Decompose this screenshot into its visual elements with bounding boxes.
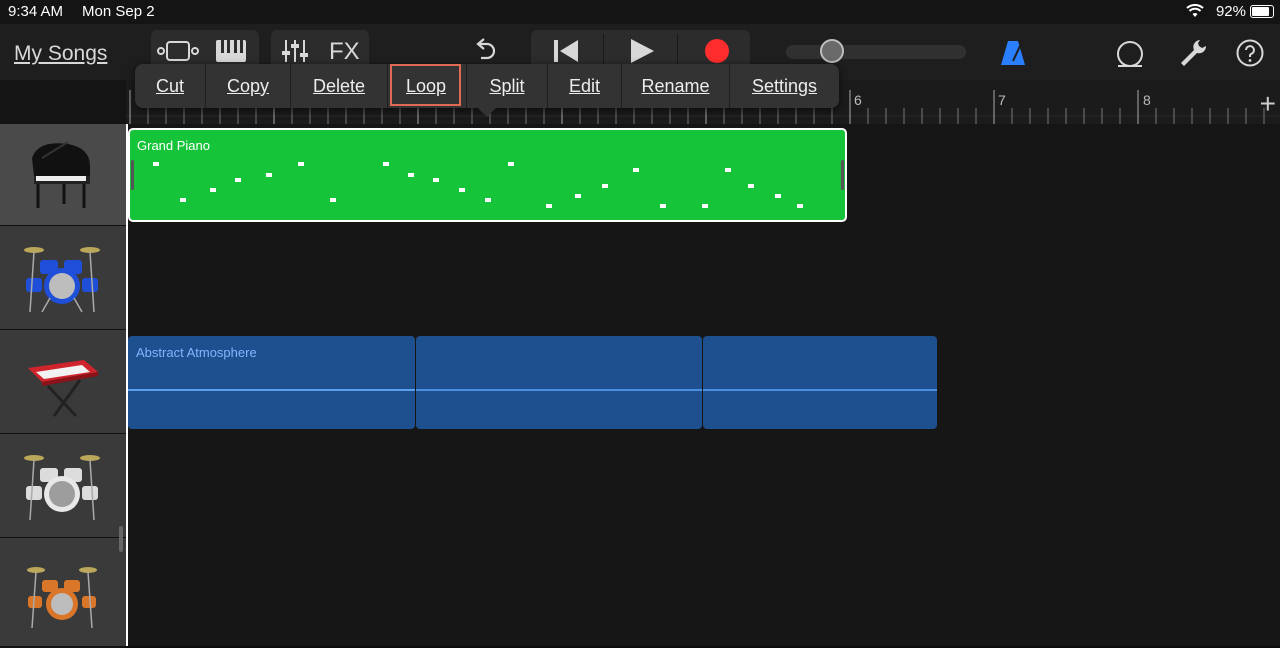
bar-label-7: 7 (998, 92, 1006, 108)
region-grand-piano[interactable]: Grand Piano (128, 128, 847, 222)
waveform (703, 389, 937, 391)
menu-loop-highlight (390, 64, 461, 106)
menu-rename[interactable]: Rename (622, 64, 729, 108)
volume-slider-knob[interactable] (820, 39, 844, 63)
wrench-icon[interactable] (1178, 38, 1208, 73)
menu-settings[interactable]: Settings (730, 64, 839, 108)
region-context-menu: Cut Copy Delete Loop Split Edit Rename S… (135, 64, 839, 108)
midi-note (575, 194, 581, 198)
midi-note (433, 178, 439, 182)
region-name: Grand Piano (137, 138, 210, 153)
battery-icon (1250, 5, 1274, 18)
context-menu-pointer (478, 108, 496, 117)
waveform (416, 389, 702, 391)
midi-note (748, 184, 754, 188)
blue-drum-kit-icon (22, 242, 102, 321)
status-time: 9:34 AM (8, 3, 64, 20)
midi-note (330, 198, 336, 202)
midi-note (459, 188, 465, 192)
red-keyboard-icon (24, 350, 102, 425)
midi-note (298, 162, 304, 166)
midi-note (180, 198, 186, 202)
midi-note (153, 162, 159, 166)
waveform (128, 389, 415, 391)
my-songs-button[interactable]: My Songs (14, 42, 107, 66)
wifi-icon (1186, 4, 1204, 22)
help-icon[interactable] (1236, 39, 1264, 72)
midi-note (660, 204, 666, 208)
midi-note (702, 204, 708, 208)
region-left-handle[interactable] (131, 160, 134, 190)
fx-button[interactable]: FX (329, 38, 360, 66)
bar-label-6: 6 (854, 92, 862, 108)
track-lane[interactable] (126, 538, 1280, 648)
loop-browser-icon[interactable] (1115, 40, 1145, 75)
region-right-handle[interactable] (841, 160, 844, 190)
track-headers (0, 124, 126, 647)
silver-drum-kit-icon (22, 450, 102, 529)
battery-percent: 92% (1215, 3, 1246, 20)
region-name: Abstract Atmosphere (136, 345, 257, 360)
midi-note (546, 204, 552, 208)
track-header-keyboard[interactable] (0, 330, 126, 434)
menu-edit[interactable]: Edit (548, 64, 621, 108)
bar-label-8: 8 (1143, 92, 1151, 108)
menu-cut[interactable]: Cut (135, 64, 205, 108)
status-date: Mon Sep 2 (82, 3, 155, 20)
track-lane[interactable] (126, 226, 1280, 332)
playhead[interactable] (126, 124, 128, 646)
menu-split[interactable]: Split (467, 64, 547, 108)
track-header-blue-drums[interactable] (0, 226, 126, 330)
midi-note (775, 194, 781, 198)
orange-drum-kit-icon (26, 564, 98, 635)
add-section-icon[interactable]: + (1260, 88, 1276, 120)
menu-copy[interactable]: Copy (206, 64, 290, 108)
midi-note (797, 204, 803, 208)
record-icon[interactable] (705, 39, 729, 63)
grand-piano-icon (28, 136, 94, 219)
midi-note (235, 178, 241, 182)
track-header-silver-drums[interactable] (0, 434, 126, 538)
metronome-icon[interactable] (999, 39, 1027, 72)
track-lane[interactable] (126, 434, 1280, 540)
header-resize-handle[interactable] (119, 526, 123, 552)
midi-note (383, 162, 389, 166)
menu-delete[interactable]: Delete (291, 64, 387, 108)
midi-note (633, 168, 639, 172)
track-header-grand-piano[interactable] (0, 124, 126, 226)
midi-note (266, 173, 272, 177)
midi-note (485, 198, 491, 202)
midi-note (408, 173, 414, 177)
midi-note (725, 168, 731, 172)
volume-slider[interactable] (786, 45, 966, 59)
midi-note (508, 162, 514, 166)
region-loop-repeat[interactable] (416, 336, 702, 429)
tracks-view-icon[interactable] (157, 40, 199, 67)
region-abstract-atmosphere[interactable]: Abstract Atmosphere (128, 336, 415, 429)
track-header-orange-drums[interactable] (0, 538, 126, 647)
midi-note (210, 188, 216, 192)
region-loop-repeat[interactable] (703, 336, 937, 429)
status-bar: 9:34 AM Mon Sep 2 92% (0, 0, 1280, 24)
midi-note (602, 184, 608, 188)
